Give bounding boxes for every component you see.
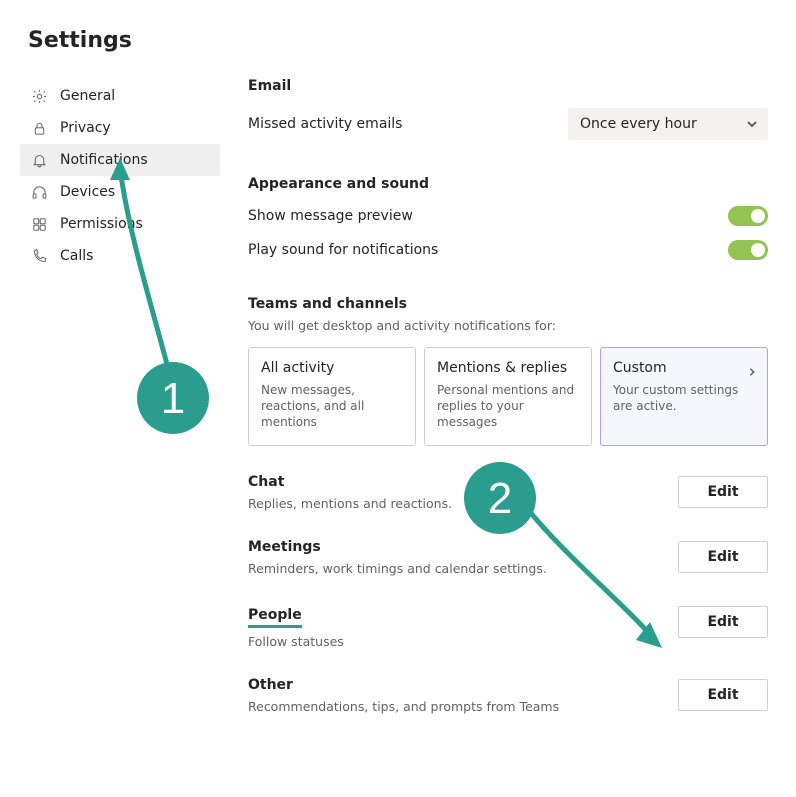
sidebar-item-label: Calls <box>60 248 93 264</box>
apps-icon <box>30 215 48 233</box>
page-title: Settings <box>28 28 132 53</box>
sidebar-item-label: Devices <box>60 184 115 200</box>
sidebar-item-label: General <box>60 88 115 104</box>
chevron-down-icon <box>746 118 758 130</box>
close-button[interactable] <box>740 24 772 56</box>
card-title: All activity <box>261 360 403 376</box>
select-value: Once every hour <box>580 116 697 132</box>
bell-icon <box>30 151 48 169</box>
card-mentions-replies[interactable]: Mentions & replies Personal mentions and… <box>424 347 592 446</box>
card-title: Custom <box>613 360 755 376</box>
teams-subtext: You will get desktop and activity notifi… <box>248 318 768 333</box>
message-preview-label: Show message preview <box>248 208 413 224</box>
meetings-sub: Reminders, work timings and calendar set… <box>248 561 678 576</box>
chevron-right-icon <box>747 362 757 381</box>
gear-icon <box>30 87 48 105</box>
lock-icon <box>30 119 48 137</box>
sidebar-item-label: Notifications <box>60 152 148 168</box>
people-sub: Follow statuses <box>248 634 678 649</box>
sidebar-item-calls[interactable]: Calls <box>20 240 220 272</box>
section-email-title: Email <box>248 78 768 94</box>
chat-sub: Replies, mentions and reactions. <box>248 496 678 511</box>
main-panel: Email Missed activity emails Once every … <box>220 68 772 738</box>
chat-edit-button[interactable]: Edit <box>678 476 768 508</box>
meetings-edit-button[interactable]: Edit <box>678 541 768 573</box>
play-sound-label: Play sound for notifications <box>248 242 438 258</box>
other-edit-button[interactable]: Edit <box>678 679 768 711</box>
people-title: People <box>248 607 302 628</box>
missed-emails-label: Missed activity emails <box>248 116 402 132</box>
meetings-title: Meetings <box>248 539 678 555</box>
sidebar: General Privacy Notifications Devices <box>20 68 220 738</box>
sidebar-item-label: Permissions <box>60 216 143 232</box>
sidebar-item-privacy[interactable]: Privacy <box>20 112 220 144</box>
section-teams-title: Teams and channels <box>248 296 768 312</box>
section-appearance-title: Appearance and sound <box>248 176 768 192</box>
card-desc: New messages, reactions, and all mention… <box>261 382 403 431</box>
play-sound-toggle[interactable] <box>728 240 768 260</box>
card-title: Mentions & replies <box>437 360 579 376</box>
phone-icon <box>30 247 48 265</box>
other-sub: Recommendations, tips, and prompts from … <box>248 699 678 714</box>
sidebar-item-general[interactable]: General <box>20 80 220 112</box>
sidebar-item-permissions[interactable]: Permissions <box>20 208 220 240</box>
people-edit-button[interactable]: Edit <box>678 606 768 638</box>
sidebar-item-label: Privacy <box>60 120 111 136</box>
message-preview-toggle[interactable] <box>728 206 768 226</box>
chat-title: Chat <box>248 474 678 490</box>
sidebar-item-notifications[interactable]: Notifications <box>20 144 220 176</box>
headset-icon <box>30 183 48 201</box>
other-title: Other <box>248 677 678 693</box>
sidebar-item-devices[interactable]: Devices <box>20 176 220 208</box>
missed-emails-select[interactable]: Once every hour <box>568 108 768 140</box>
card-all-activity[interactable]: All activity New messages, reactions, an… <box>248 347 416 446</box>
card-desc: Your custom settings are active. <box>613 382 755 414</box>
card-custom[interactable]: Custom Your custom settings are active. <box>600 347 768 446</box>
card-desc: Personal mentions and replies to your me… <box>437 382 579 431</box>
